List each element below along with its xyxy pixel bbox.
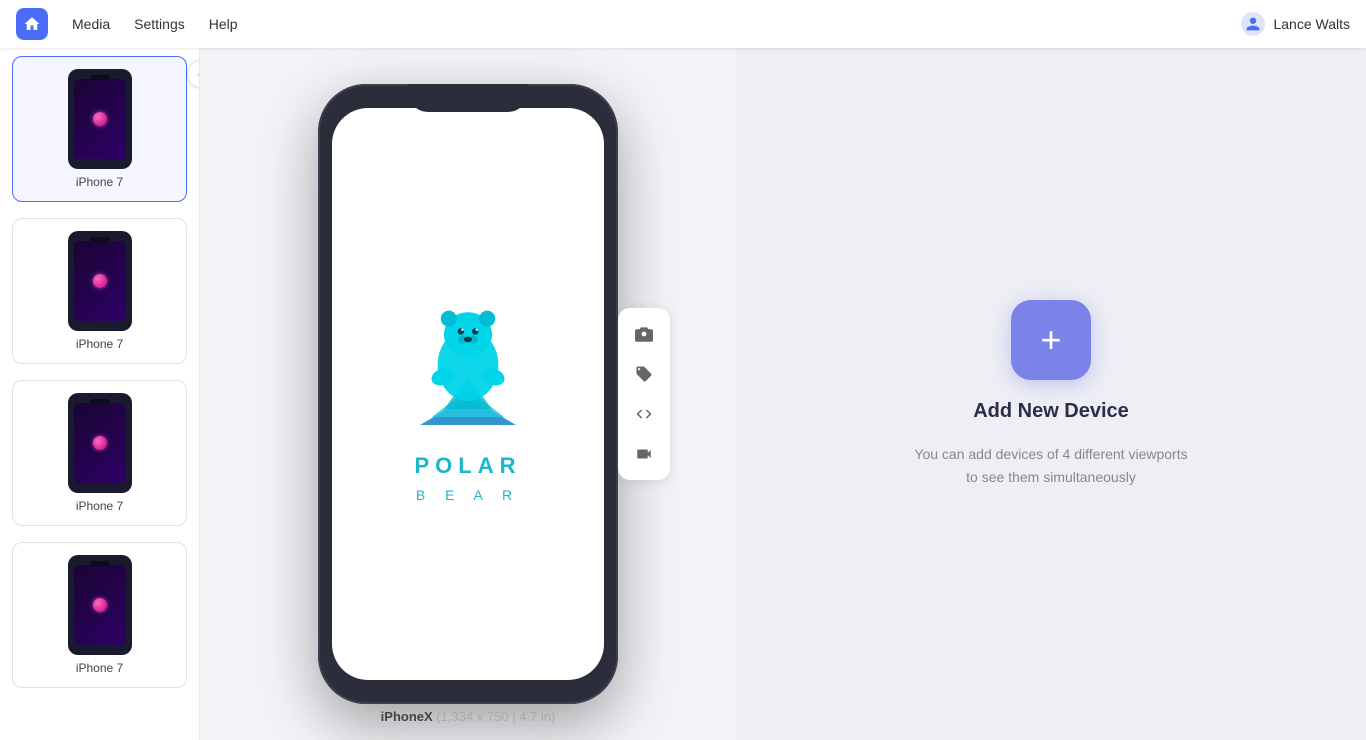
device-label-2: iPhone 7 [76, 337, 123, 351]
device-card-2[interactable]: iPhone 7 [12, 218, 187, 364]
plus-icon: + [1040, 322, 1061, 358]
add-device-button[interactable]: + [1011, 300, 1091, 380]
device-label-3: iPhone 7 [76, 499, 123, 513]
camera-icon [635, 325, 653, 343]
device-screen-1 [74, 79, 126, 159]
app-icon-dot-2 [93, 274, 107, 288]
device-specs-text: (1,334 x 750 | 4.7 in) [436, 709, 555, 724]
sidebar-collapse-button[interactable]: « [187, 60, 200, 88]
app-icon-dot-4 [93, 598, 107, 612]
nav-settings[interactable]: Settings [134, 16, 185, 32]
phone-mockup-wrapper: POLAR B E A R [318, 84, 618, 704]
user-menu[interactable]: Lance Walts [1241, 12, 1350, 36]
device-thumbnail-1 [68, 69, 132, 169]
code-button[interactable] [626, 396, 662, 432]
phone-mockup: POLAR B E A R [318, 84, 618, 704]
phone-toolbar [618, 308, 670, 480]
device-card-3[interactable]: iPhone 7 [12, 380, 187, 526]
add-device-description: You can add devices of 4 different viewp… [911, 443, 1191, 488]
device-sidebar: « iPhone 7 iPhone 7 iPhon [0, 48, 200, 740]
screenshot-button[interactable] [626, 316, 662, 352]
app-icon-dot-3 [93, 436, 107, 450]
app-logo: POLAR B E A R [388, 285, 548, 503]
phone-screen: POLAR B E A R [332, 108, 604, 680]
app-sub-text: B E A R [416, 487, 520, 503]
phone-notch [408, 84, 528, 112]
nav-links: Media Settings Help [72, 16, 1241, 32]
user-avatar-icon [1241, 12, 1265, 36]
device-thumbnail-3 [68, 393, 132, 493]
video-button[interactable] [626, 436, 662, 472]
right-panel: + Add New Device You can add devices of … [736, 48, 1366, 740]
device-label-4: iPhone 7 [76, 661, 123, 675]
home-icon [23, 15, 41, 33]
nav-media[interactable]: Media [72, 16, 110, 32]
device-screen-3 [74, 403, 126, 483]
user-name: Lance Walts [1273, 16, 1350, 32]
device-screen-4 [74, 565, 126, 645]
main-area: « iPhone 7 iPhone 7 iPhon [0, 48, 1366, 740]
app-icon-dot-1 [93, 112, 107, 126]
tag-icon [635, 365, 653, 383]
person-icon [1245, 16, 1261, 32]
code-icon [635, 405, 653, 423]
device-screen-2 [74, 241, 126, 321]
viewport-area: POLAR B E A R [200, 48, 736, 740]
tag-button[interactable] [626, 356, 662, 392]
add-device-title: Add New Device [973, 400, 1129, 423]
home-logo[interactable] [16, 8, 48, 40]
top-navigation: Media Settings Help Lance Walts [0, 0, 1366, 48]
device-info-label: iPhoneX (1,334 x 750 | 4.7 in) [381, 709, 556, 724]
device-thumbnail-2 [68, 231, 132, 331]
polar-bear-illustration [388, 285, 548, 445]
device-model-name: iPhoneX [381, 709, 433, 724]
device-label-1: iPhone 7 [76, 175, 123, 189]
add-device-card: + Add New Device You can add devices of … [911, 300, 1191, 488]
app-name-text: POLAR [415, 453, 522, 479]
device-thumbnail-4 [68, 555, 132, 655]
video-icon [635, 445, 653, 463]
device-card-4[interactable]: iPhone 7 [12, 542, 187, 688]
device-card-1[interactable]: iPhone 7 [12, 56, 187, 202]
nav-help[interactable]: Help [209, 16, 238, 32]
